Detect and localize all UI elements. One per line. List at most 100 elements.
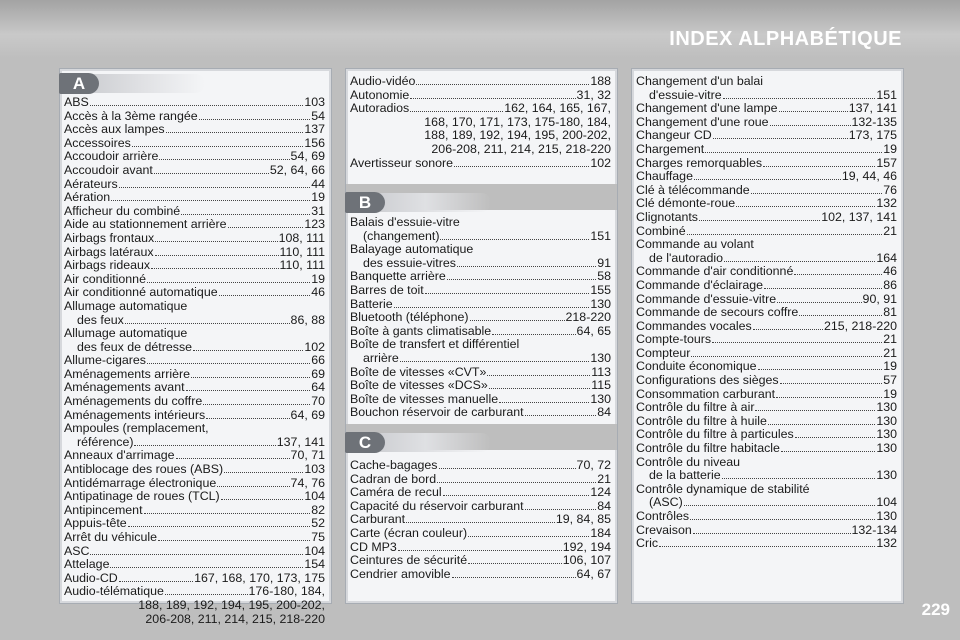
index-entry: (changement) 151	[350, 229, 611, 244]
index-term: Changement d'une lampe	[636, 101, 778, 116]
index-entry: Cric 132	[636, 537, 897, 551]
index-entry: Bluetooth (téléphone) 218-220	[350, 311, 611, 325]
index-term: Contrôles	[636, 509, 690, 523]
dot-leader	[778, 102, 848, 113]
dot-leader	[90, 545, 304, 555]
dot-leader	[143, 504, 311, 514]
index-list-c-continued: Changement d'un balai d'essuie-vitre 151 Ch…	[636, 74, 897, 551]
index-page-numbers: 215, 218-220	[823, 318, 897, 333]
index-page-numbers: 103	[304, 462, 325, 477]
index-page-numbers: 19, 44, 46	[841, 169, 897, 184]
index-page-numbers: 167, 168, 170, 173, 175	[194, 570, 325, 585]
index-entry: de la batterie 130	[636, 469, 897, 483]
index-term: Accoudoir avant	[64, 162, 153, 177]
index-entry: Contrôle du filtre à air 130	[636, 401, 897, 415]
dot-leader	[437, 473, 597, 483]
index-page-numbers: 164	[876, 250, 897, 265]
index-term: Boîte de vitesses manuelle	[350, 391, 499, 406]
index-entry: Audio-vidéo 188	[350, 74, 611, 89]
index-term: référence)	[77, 434, 134, 449]
dot-leader	[191, 368, 311, 378]
dot-leader	[134, 436, 276, 446]
dot-leader	[410, 89, 576, 99]
index-term: Contrôle du filtre à particules	[636, 427, 794, 442]
index-term: Boîte de vitesses «DCS»	[350, 378, 488, 393]
index-entry: Clé à télécommande 76	[636, 182, 897, 198]
index-term: Bluetooth (téléphone)	[350, 310, 469, 325]
index-term: de la batterie	[649, 468, 721, 483]
index-entry: Airbags latéraux 110, 111	[64, 245, 325, 260]
index-page-numbers: 81	[883, 305, 897, 320]
index-entry: Changeur CD 173, 175	[636, 129, 897, 143]
index-entry: Commandes vocales 215, 218-220	[636, 318, 897, 334]
dot-leader	[692, 524, 851, 534]
index-entry: Configurations des sièges 57	[636, 373, 897, 388]
dot-leader	[722, 89, 876, 99]
index-entry: Commande de secours coffre 81	[636, 305, 897, 320]
index-list-b: Balais d'essuie-vitre (changement) 151 Bala…	[350, 215, 611, 420]
index-entry-continuation: 168, 170, 171, 173, 175-180, 184,	[424, 114, 611, 129]
index-page-numbers: 19	[883, 141, 897, 156]
index-term: Accès aux lampes	[64, 122, 165, 137]
index-term: Arrêt du véhicule	[64, 530, 157, 544]
dot-leader	[499, 393, 590, 403]
index-entry: Audio-télématique 176-180, 184,	[64, 585, 325, 599]
index-column-1: A ABS 103 Accès à la 3ème rangée 54 Accès au…	[59, 68, 332, 625]
index-term: Changement d'un balai	[636, 74, 764, 88]
index-term: Chargement	[636, 141, 705, 156]
index-entry: Commande au volant	[636, 238, 897, 252]
index-term: Combiné	[636, 223, 686, 238]
index-entry: Autonomie 31, 32	[350, 88, 611, 103]
dot-leader	[488, 379, 591, 390]
index-term: Caméra de recul	[350, 485, 442, 500]
index-term: Airbags rideaux	[64, 258, 151, 273]
dot-leader	[127, 517, 311, 528]
index-term: Commande d'air conditionné	[636, 264, 794, 279]
index-entry: Changement d'une lampe 137, 141	[636, 102, 897, 116]
dot-leader	[185, 381, 311, 392]
dot-leader	[794, 265, 883, 276]
index-term: Contrôle du filtre à air	[636, 400, 755, 415]
index-entry: Contrôle du filtre à particules 130	[636, 428, 897, 442]
index-term: Ampoules (remplacement,	[64, 421, 209, 436]
dot-leader	[442, 486, 590, 497]
index-term: Antidémarrage électronique	[64, 475, 217, 490]
index-term: Aménagements du coffre	[64, 394, 203, 409]
index-entry: Carte (écran couleur) 184	[350, 526, 611, 541]
index-page-numbers: 106, 107	[562, 553, 611, 568]
index-page-numbers: 46	[311, 285, 325, 300]
index-entry: Batterie 130	[350, 296, 611, 312]
index-page-numbers: 188	[590, 74, 611, 88]
index-term: Banquette arrière	[350, 269, 446, 284]
dot-leader	[220, 490, 304, 501]
index-page-numbers: 74, 76	[290, 475, 325, 490]
dot-leader	[155, 232, 278, 242]
index-entry: Accès à la 3ème rangée 54	[64, 109, 325, 124]
dot-leader	[763, 157, 876, 167]
index-page-numbers: 132	[876, 536, 897, 551]
index-entry: Arrêt du véhicule 75	[64, 530, 325, 545]
index-term: Contrôle dynamique de stabilité	[636, 481, 810, 496]
index-term: Contrôle du niveau	[636, 454, 741, 469]
index-entry: Allume-cigares 66	[64, 354, 325, 368]
dot-leader	[165, 123, 304, 134]
index-entry: référence) 137, 141	[64, 434, 325, 450]
index-entry: Cendrier amovible 64, 67	[350, 567, 611, 582]
index-page-numbers: 157	[876, 155, 897, 170]
index-page-numbers: 21	[883, 332, 897, 347]
index-entry: Bouchon réservoir de carburant 84	[350, 406, 611, 420]
index-entry: d'essuie-vitre 151	[636, 87, 897, 103]
index-term: (ASC)	[649, 495, 683, 510]
index-term: Clé à télécommande	[636, 182, 750, 197]
index-page-numbers: 130	[590, 296, 611, 311]
index-term: Air conditionné automatique	[64, 285, 218, 300]
index-page-numbers: 104	[876, 495, 897, 510]
index-term: Commandes vocales	[636, 318, 752, 333]
dot-leader	[416, 75, 590, 85]
dot-leader	[181, 205, 311, 215]
index-entry: Contrôle dynamique de stabilité	[636, 481, 897, 497]
index-term: d'essuie-vitre	[649, 87, 722, 102]
dot-leader	[164, 585, 248, 596]
index-page-numbers: 130	[876, 400, 897, 415]
index-entry: Commande d'air conditionné 46	[636, 265, 897, 279]
